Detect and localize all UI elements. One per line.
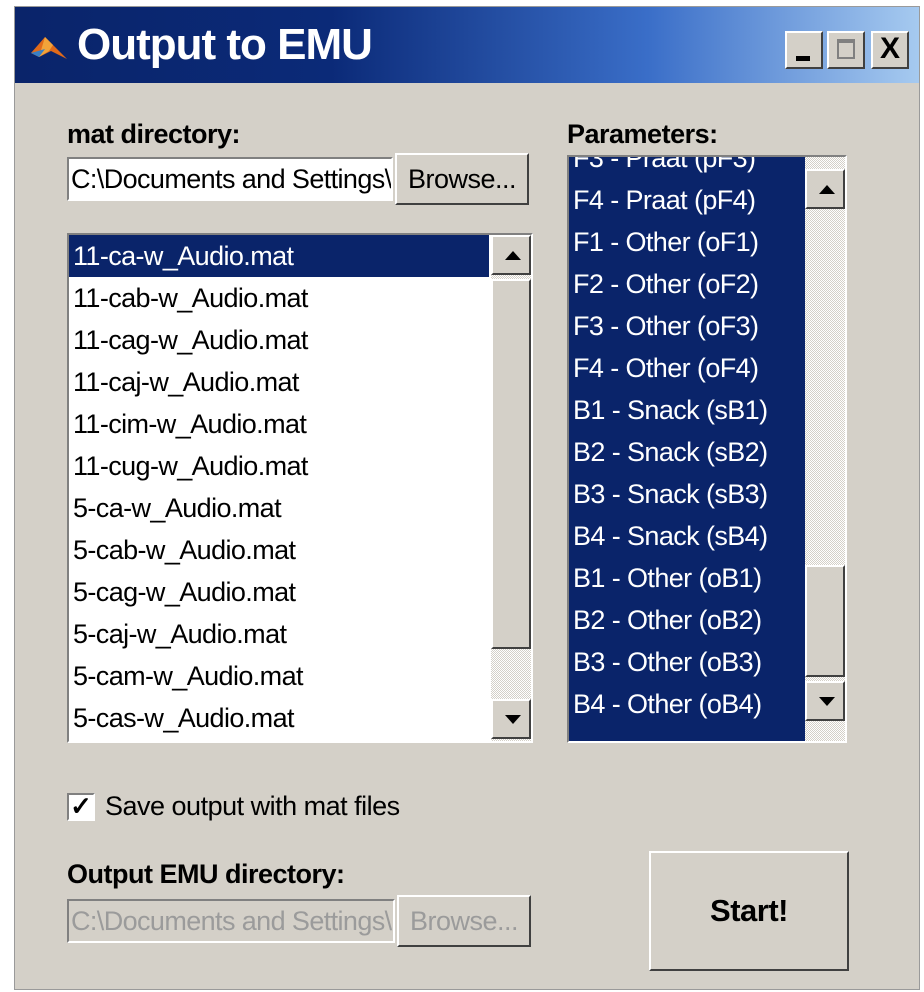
arrow-up-icon (819, 185, 835, 194)
matlab-logo-icon (31, 37, 67, 59)
file-scroll-thumb[interactable] (491, 279, 531, 649)
parameter-list-item[interactable]: F4 - Other (oF4) (569, 347, 805, 389)
param-scroll-thumb[interactable] (805, 565, 845, 677)
arrow-up-icon (505, 251, 521, 260)
file-list-scrollbar[interactable] (491, 235, 531, 741)
parameter-list-item[interactable]: F4 - Praat (pF4) (569, 179, 805, 221)
window-title: Output to EMU (77, 20, 373, 69)
parameters-scrollbar[interactable] (805, 157, 845, 741)
file-list-item[interactable]: 5-cag-w_Audio.mat (69, 571, 489, 613)
output-browse-button[interactable]: Browse... (397, 895, 531, 947)
file-list-item[interactable]: 11-ca-w_Audio.mat (69, 235, 489, 277)
parameter-list-item[interactable]: B3 - Other (oB3) (569, 641, 805, 683)
parameter-list-item[interactable]: F1 - Other (oF1) (569, 221, 805, 263)
file-list-item[interactable]: 5-cam-w_Audio.mat (69, 655, 489, 697)
arrow-down-icon (505, 715, 521, 724)
save-output-label: Save output with mat files (105, 791, 400, 821)
file-list-item[interactable]: 11-cab-w_Audio.mat (69, 277, 489, 319)
output-directory-label: Output EMU directory: (67, 859, 345, 889)
maximize-icon (837, 39, 855, 59)
file-list-item[interactable]: 5-cab-w_Audio.mat (69, 529, 489, 571)
mat-browse-button[interactable]: Browse... (395, 153, 529, 205)
parameter-list-item[interactable]: B1 - Other (oB1) (569, 557, 805, 599)
file-list-item[interactable]: 11-cim-w_Audio.mat (69, 403, 489, 445)
mat-directory-label: mat directory: (67, 119, 241, 149)
param-scroll-up-button[interactable] (805, 169, 845, 209)
parameter-list-item[interactable]: F3 - Other (oF3) (569, 305, 805, 347)
output-to-emu-window: Output to EMU X mat directory: C:\Docume… (14, 6, 920, 990)
file-list-item[interactable]: 5-ca-w_Audio.mat (69, 487, 489, 529)
parameter-list-item[interactable]: B1 - Snack (sB1) (569, 389, 805, 431)
title-bar[interactable]: Output to EMU X (15, 7, 919, 83)
minimize-button[interactable] (785, 31, 823, 69)
parameter-list-item[interactable]: B4 - Other (oB4) (569, 683, 805, 725)
parameter-list-item[interactable]: F3 - Praat (pF3) (569, 157, 805, 179)
parameters-list[interactable]: F3 - Praat (pF3) F4 - Praat (pF4) F1 - Oth… (567, 155, 847, 743)
parameter-list-item[interactable]: B3 - Snack (sB3) (569, 473, 805, 515)
minimize-icon (796, 56, 810, 61)
close-button[interactable]: X (871, 31, 909, 69)
parameters-label: Parameters: (567, 119, 718, 149)
output-directory-field[interactable]: C:\Documents and Settings\ (67, 899, 395, 943)
mat-directory-field[interactable]: C:\Documents and Settings\ (67, 157, 393, 201)
parameter-items: F3 - Praat (pF3) F4 - Praat (pF4) F1 - Oth… (569, 157, 805, 725)
maximize-button[interactable] (827, 31, 865, 69)
file-list-item[interactable]: 5-cas-w_Audio.mat (69, 697, 489, 739)
file-list-item[interactable]: 5-caj-w_Audio.mat (69, 613, 489, 655)
param-scroll-down-button[interactable] (805, 681, 845, 721)
parameter-list-item[interactable]: F2 - Other (oF2) (569, 263, 805, 305)
file-scroll-up-button[interactable] (491, 235, 531, 275)
file-list-item[interactable]: 11-caj-w_Audio.mat (69, 361, 489, 403)
close-icon: X (879, 32, 900, 65)
mat-file-items: 11-ca-w_Audio.mat 11-cab-w_Audio.mat 11-ca… (69, 235, 489, 739)
file-scroll-down-button[interactable] (491, 699, 531, 739)
parameter-list-item[interactable]: B4 - Snack (sB4) (569, 515, 805, 557)
file-list-item[interactable]: 11-cag-w_Audio.mat (69, 319, 489, 361)
parameter-list-item[interactable]: B2 - Other (oB2) (569, 599, 805, 641)
arrow-down-icon (819, 697, 835, 706)
save-output-checkbox[interactable]: ✓ (67, 793, 95, 821)
file-list-item[interactable]: 11-cug-w_Audio.mat (69, 445, 489, 487)
parameter-list-item[interactable]: B2 - Snack (sB2) (569, 431, 805, 473)
start-button[interactable]: Start! (649, 851, 849, 971)
checkmark-icon: ✓ (70, 791, 92, 821)
mat-file-list[interactable]: 11-ca-w_Audio.mat 11-cab-w_Audio.mat 11-ca… (67, 233, 533, 743)
